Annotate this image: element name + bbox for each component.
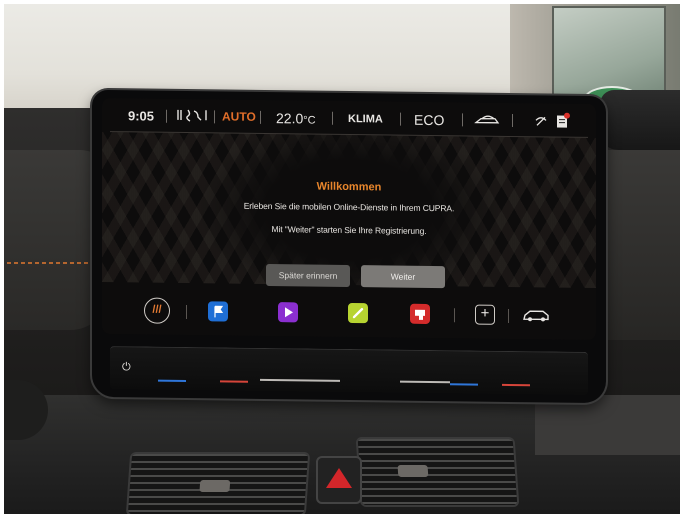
recirculation-icon[interactable] <box>474 114 502 129</box>
temperature-slider-left[interactable] <box>260 378 340 382</box>
clock: 9:05 <box>128 108 155 124</box>
app-connect-icon[interactable] <box>410 303 430 324</box>
welcome-dialog: Willkommen Erleben Sie die mobilen Onlin… <box>102 178 596 251</box>
next-button[interactable]: Weiter <box>361 265 445 289</box>
climate-control-strip: ⏻ <box>110 346 588 395</box>
vent-knob <box>397 465 429 477</box>
add-icon[interactable]: + <box>475 304 495 325</box>
temperature-value: 22.0 <box>276 110 304 127</box>
menu-icon[interactable]: /// <box>144 297 170 324</box>
vent-knob <box>199 480 231 492</box>
hazard-button[interactable] <box>316 456 362 504</box>
phone-icon[interactable] <box>348 302 368 324</box>
car-icon[interactable] <box>522 307 550 323</box>
volume-slider[interactable] <box>400 380 450 384</box>
navigation-flag-icon[interactable] <box>208 301 228 322</box>
temperature-unit: °C <box>303 114 316 127</box>
a-pillar <box>600 90 684 150</box>
passenger-trim <box>535 395 684 455</box>
right-cold-indicator <box>450 383 478 386</box>
eco-button[interactable]: ECO <box>414 112 444 128</box>
notification-icon[interactable] <box>556 112 570 132</box>
left-cold-indicator <box>158 379 186 383</box>
auto-climate-button[interactable]: AUTO <box>222 109 256 123</box>
power-icon[interactable]: ⏻ <box>122 361 131 374</box>
connectivity-icon[interactable] <box>534 112 552 131</box>
infotainment-screen: 9:05 AUTO 22.0°C KLIMA ECO Willkommen Er… <box>102 97 596 341</box>
welcome-text-line-2: Mit "Weiter" starten Sie Ihre Registrier… <box>271 224 427 236</box>
welcome-text-line-1: Erleben Sie die mobilen Online-Dienste i… <box>243 200 455 214</box>
left-warm-indicator <box>220 380 248 383</box>
left-air-vent <box>125 452 311 516</box>
seat-heating-icon[interactable] <box>176 107 210 126</box>
right-warm-indicator <box>502 383 530 387</box>
app-dock: /// + <box>102 290 596 340</box>
infotainment-unit: 9:05 AUTO 22.0°C KLIMA ECO Willkommen Er… <box>92 89 606 404</box>
klima-button[interactable]: KLIMA <box>348 113 383 125</box>
dashboard-right-panel <box>595 150 684 340</box>
hazard-triangle-icon <box>326 468 352 488</box>
dashboard-stitching <box>0 262 100 264</box>
remind-later-button[interactable]: Später erinnern <box>266 263 350 288</box>
media-play-icon[interactable] <box>278 302 298 323</box>
right-air-vent <box>355 437 520 507</box>
temperature-display[interactable]: 22.0°C <box>276 110 316 126</box>
